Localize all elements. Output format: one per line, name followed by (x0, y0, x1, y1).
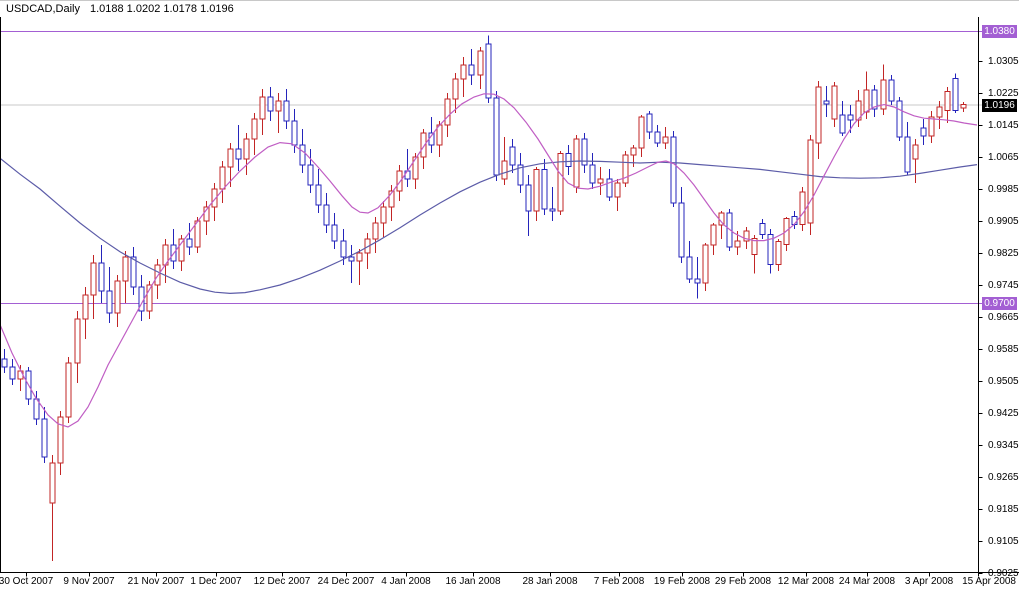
current-price-tag: 1.0196 (982, 98, 1017, 112)
symbol-period-label: USDCAD,Daily (6, 3, 80, 15)
candlestick-chart[interactable] (0, 1, 1019, 590)
level-price-tag-upper[interactable]: 1.0380 (982, 25, 1017, 38)
ohlc-values: 1.0188 1.0202 1.0178 1.0196 (89, 3, 234, 15)
chart-window: USDCAD,Daily 1.0188 1.0202 1.0178 1.0196 … (0, 0, 1019, 590)
level-price-tag-lower[interactable]: 0.9700 (982, 297, 1017, 310)
chart-title: USDCAD,Daily 1.0188 1.0202 1.0178 1.0196 (6, 3, 234, 15)
